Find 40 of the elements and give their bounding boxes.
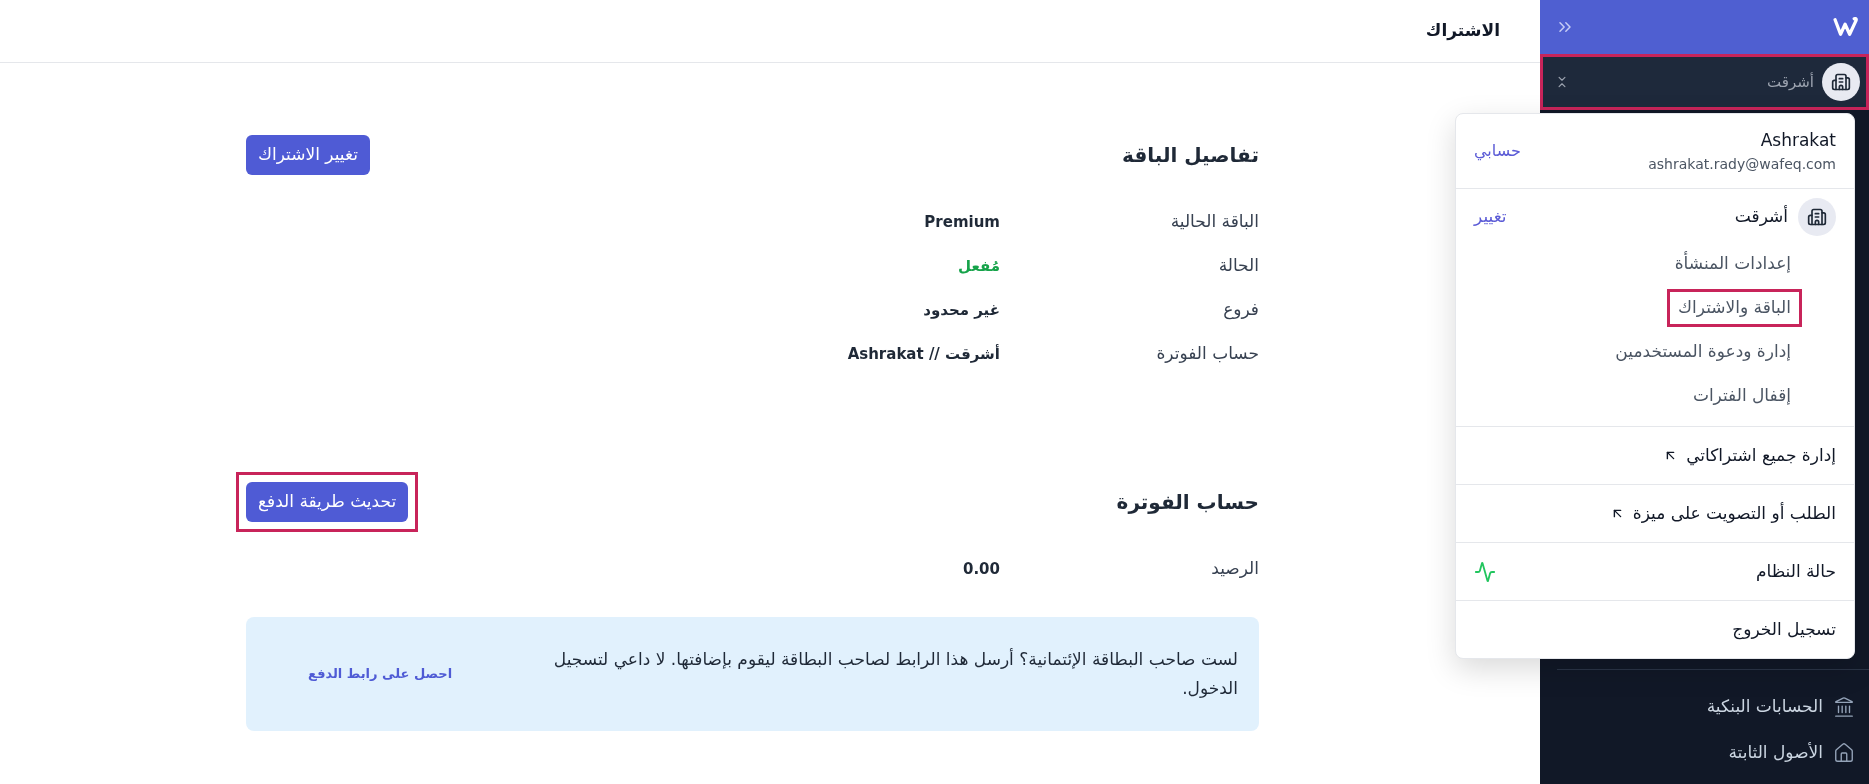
logo-icon bbox=[1833, 17, 1859, 37]
sidebar-nav-item[interactable]: الأصول الثابتة bbox=[1728, 730, 1855, 776]
page-title: الاشتراك bbox=[1425, 19, 1500, 43]
user-email: ashrakat.rady@wafeq.com bbox=[1648, 154, 1836, 174]
info-text: لست صاحب البطاقة الإئتمانية؟ أرسل هذا الرابط لصاحب البطاقة ليقوم بإضافتها. لا داعي لتسجيل الدخول. bbox=[552, 647, 1238, 700]
menu-item[interactable]: الطلب أو التصويت على ميزة bbox=[1609, 500, 1836, 527]
field-value: 0.00 bbox=[963, 558, 1000, 580]
update-payment-method-button[interactable]: تحديث طريقة الدفع bbox=[246, 482, 409, 522]
field-label: الحالة bbox=[1217, 254, 1259, 278]
status-value: مُفعل bbox=[958, 255, 1000, 277]
organization-switcher[interactable]: أشرقت bbox=[1540, 54, 1869, 110]
organization-menu-item[interactable]: إدارة ودعوة المستخدمين bbox=[1604, 333, 1802, 371]
organization-name: أشرقت bbox=[1734, 204, 1788, 229]
field-value: Premium bbox=[924, 211, 1000, 233]
field-label: حساب الفوترة bbox=[1155, 342, 1259, 366]
bank-icon bbox=[1833, 696, 1855, 718]
field-value: غير محدود bbox=[923, 299, 1000, 321]
house-icon bbox=[1833, 742, 1855, 764]
menu-item[interactable]: إدارة جميع اشتراكاتي bbox=[1663, 442, 1836, 469]
building-icon bbox=[1822, 63, 1860, 101]
organization-menu-item[interactable]: الباقة والاشتراك bbox=[1667, 289, 1802, 327]
my-account-link[interactable]: حسابي bbox=[1474, 139, 1521, 163]
change-organization-link[interactable]: تغيير bbox=[1474, 204, 1507, 230]
organization-menu-item[interactable]: إقفال الفترات bbox=[1681, 377, 1802, 415]
sidebar-nav-item[interactable]: الحسابات البنكية bbox=[1706, 684, 1855, 730]
building-icon bbox=[1798, 198, 1836, 236]
chevrons-icon bbox=[1555, 74, 1569, 90]
section-title: تفاصيل الباقة bbox=[1122, 142, 1259, 169]
pulse-icon bbox=[1474, 560, 1496, 583]
section-title: حساب الفوترة bbox=[1116, 489, 1259, 516]
menu-item[interactable]: حالة النظام bbox=[1755, 558, 1836, 585]
field-label: الرصيد bbox=[1210, 557, 1259, 581]
field-value: أشرقت // Ashrakat bbox=[847, 343, 1000, 365]
field-label: فروع bbox=[1222, 298, 1259, 322]
user-name: Ashrakat bbox=[1760, 128, 1836, 152]
field-label: الباقة الحالية bbox=[1169, 210, 1259, 234]
payment-link[interactable]: احصل على رابط الدفع bbox=[308, 664, 453, 684]
menu-item[interactable]: تسجيل الخروج bbox=[1732, 616, 1836, 643]
organization-menu-item[interactable]: إعدادات المنشأة bbox=[1663, 245, 1802, 283]
change-subscription-button[interactable]: تغيير الاشتراك bbox=[246, 135, 370, 175]
